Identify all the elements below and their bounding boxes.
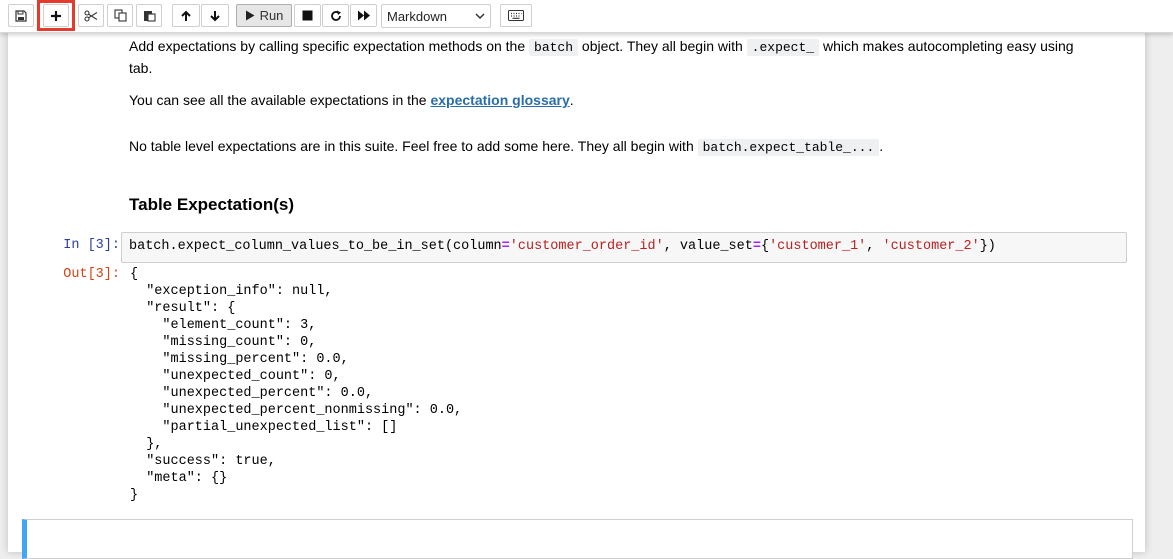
stop-icon xyxy=(302,10,313,21)
floppy-disk-icon xyxy=(15,9,27,22)
inline-code-expect: .expect_ xyxy=(746,39,820,56)
interrupt-button[interactable] xyxy=(294,4,321,27)
copy-button[interactable] xyxy=(107,4,133,27)
chevron-down-icon xyxy=(475,13,485,20)
text-span: You can see all the available expectatio… xyxy=(129,92,431,108)
input-prompt: In [3]: xyxy=(63,238,120,253)
move-up-button[interactable] xyxy=(172,4,200,27)
notebook-toolbar: Run Markdown xyxy=(0,0,1173,33)
code-token: , xyxy=(866,239,883,254)
markdown-paragraph-1: Add expectations by calling specific exp… xyxy=(129,36,1129,78)
run-button[interactable]: Run xyxy=(236,4,292,27)
insert-cell-button[interactable] xyxy=(43,4,69,27)
keyboard-icon xyxy=(508,10,524,21)
cell-type-value: Markdown xyxy=(387,8,447,24)
play-icon xyxy=(245,10,255,21)
text-span: tab. xyxy=(129,60,153,76)
inline-code-expect-table: batch.expect_table_... xyxy=(697,139,880,156)
arrow-up-icon xyxy=(181,10,191,21)
cut-button[interactable] xyxy=(78,4,104,27)
code-token: batch.expect_column_values_to_be_in_set(… xyxy=(129,239,502,254)
cell-output: { "exception_info": null, "result": { "e… xyxy=(130,267,463,503)
restart-button[interactable] xyxy=(322,4,349,27)
restart-run-all-button[interactable] xyxy=(350,4,377,27)
scissors-icon xyxy=(84,9,98,22)
arrow-down-icon xyxy=(210,10,220,21)
fast-forward-icon xyxy=(357,10,370,21)
paste-icon xyxy=(143,11,156,22)
output-prompt: Out[3]: xyxy=(63,267,120,282)
next-cell-selected[interactable] xyxy=(22,519,1133,559)
restart-icon xyxy=(330,10,341,21)
inline-code-batch: batch xyxy=(529,39,579,56)
code-string: 'customer_2' xyxy=(882,239,980,254)
code-cell-input[interactable]: batch.expect_column_values_to_be_in_set(… xyxy=(121,232,1127,263)
section-heading: Table Expectation(s) xyxy=(129,195,294,214)
text-span: which makes autocompleting easy using xyxy=(819,38,1074,54)
code-string: 'customer_order_id' xyxy=(509,239,664,254)
expectation-glossary-link[interactable]: expectation glossary xyxy=(430,92,569,108)
markdown-paragraph-2: You can see all the available expectatio… xyxy=(129,90,574,110)
code-operator: = xyxy=(501,239,510,254)
run-label: Run xyxy=(259,8,284,23)
notebook-page: Add expectations by calling specific exp… xyxy=(8,32,1145,559)
code-string: 'customer_1' xyxy=(769,239,867,254)
copy-icon xyxy=(113,9,127,22)
save-button[interactable] xyxy=(8,4,34,27)
text-span: Add expectations by calling specific exp… xyxy=(129,38,530,54)
text-span: No table level expectations are in this … xyxy=(129,138,698,154)
text-span: . xyxy=(569,92,574,108)
markdown-paragraph-3: No table level expectations are in this … xyxy=(129,136,883,158)
paste-button[interactable] xyxy=(136,4,162,27)
code-token: , value_set xyxy=(663,239,753,254)
text-span: object. They all begin with xyxy=(578,38,747,54)
command-palette-button[interactable] xyxy=(500,4,532,27)
move-down-button[interactable] xyxy=(201,4,229,27)
code-token: { xyxy=(760,239,770,254)
code-operator: = xyxy=(752,239,761,254)
code-token: }) xyxy=(979,239,996,254)
plus-icon xyxy=(51,10,61,21)
text-span: . xyxy=(879,138,884,154)
cell-type-select[interactable]: Markdown xyxy=(381,4,491,28)
